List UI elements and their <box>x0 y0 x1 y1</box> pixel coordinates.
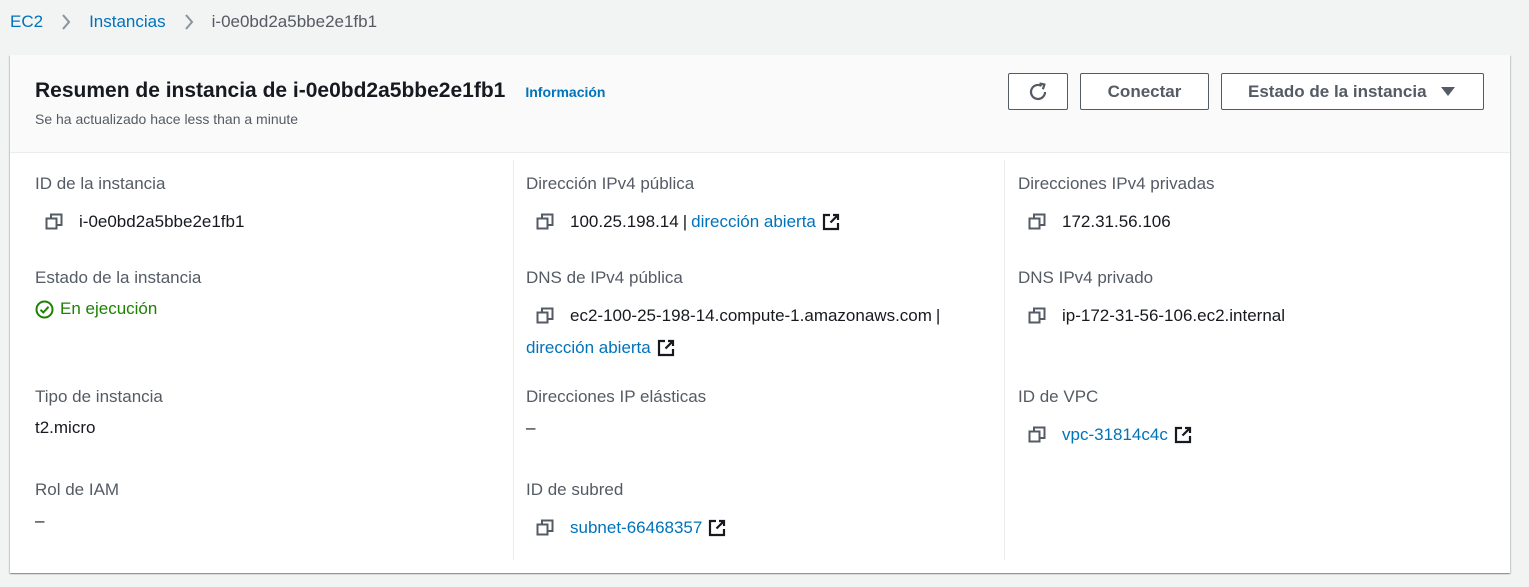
page-title: Resumen de instancia de i-0e0bd2a5bbe2e1… <box>35 79 506 102</box>
column-divider <box>1004 160 1005 560</box>
subnet-id-link[interactable]: subnet-66468357 <box>570 517 702 539</box>
external-link-icon[interactable] <box>1174 426 1192 444</box>
public-ipv4-value: 100.25.198.14 <box>570 212 679 231</box>
public-ipv4-field: Dirección IPv4 pública 100.25.198.14 | d… <box>526 173 840 233</box>
instance-state-label: Estado de la instancia <box>35 268 202 287</box>
column-divider <box>513 160 514 560</box>
open-address-link[interactable]: dirección abierta <box>526 337 651 359</box>
chevron-right-icon <box>43 14 89 30</box>
elastic-ips-field: Direcciones IP elásticas – <box>526 386 706 439</box>
breadcrumb-current: i-0e0bd2a5bbe2e1fb1 <box>211 12 378 31</box>
instance-state-value: En ejecución <box>60 299 158 318</box>
iam-role-field: Rol de IAM – <box>35 479 119 532</box>
instance-type-label: Tipo de instancia <box>35 387 163 406</box>
separator: | <box>682 212 688 231</box>
instance-type-field: Tipo de instancia t2.micro <box>35 386 163 439</box>
private-ipv4-label: Direcciones IPv4 privadas <box>1018 174 1215 193</box>
external-link-icon[interactable] <box>822 213 840 231</box>
status-badge: En ejecución <box>35 298 201 320</box>
subnet-id-label: ID de subred <box>526 480 624 499</box>
public-dns-label: DNS de IPv4 pública <box>526 268 683 287</box>
instance-state-field: Estado de la instancia En ejecución <box>35 267 201 320</box>
private-ipv4-field: Direcciones IPv4 privadas 172.31.56.106 <box>1018 173 1215 233</box>
copy-icon[interactable] <box>43 211 65 233</box>
separator: | <box>935 306 941 325</box>
caret-down-icon <box>1440 86 1455 97</box>
breadcrumb-instances-link[interactable]: Instancias <box>89 11 166 33</box>
iam-role-value: – <box>35 511 45 530</box>
instance-id-value: i-0e0bd2a5bbe2e1fb1 <box>79 212 245 231</box>
public-dns-value: ec2-100-25-198-14.compute-1.amazonaws.co… <box>570 306 932 325</box>
subnet-id-field: ID de subred subnet-66468357 <box>526 479 726 539</box>
open-address-link[interactable]: dirección abierta <box>691 211 816 233</box>
private-dns-value: ip-172-31-56-106.ec2.internal <box>1062 306 1286 325</box>
vpc-id-field: ID de VPC vpc-31814c4c <box>1018 386 1192 446</box>
private-dns-field: DNS IPv4 privado ip-172-31-56-106.ec2.in… <box>1018 267 1285 327</box>
chevron-right-icon <box>166 14 212 30</box>
instance-summary-panel: Resumen de instancia de i-0e0bd2a5bbe2e1… <box>10 55 1510 573</box>
instance-state-dropdown[interactable]: Estado de la instancia <box>1221 73 1484 110</box>
last-updated-text: Se ha actualizado hace less than a minut… <box>35 111 299 127</box>
instance-type-value: t2.micro <box>35 418 96 437</box>
info-link[interactable]: Información <box>525 84 605 100</box>
connect-button[interactable]: Conectar <box>1080 73 1209 110</box>
breadcrumb: EC2 Instancias i-0e0bd2a5bbe2e1fb1 <box>10 11 377 33</box>
elastic-ips-value: – <box>526 418 536 437</box>
copy-icon[interactable] <box>1026 305 1048 327</box>
check-circle-icon <box>35 300 54 319</box>
external-link-icon[interactable] <box>708 519 726 537</box>
vpc-id-link[interactable]: vpc-31814c4c <box>1062 424 1168 446</box>
refresh-button[interactable] <box>1008 73 1068 110</box>
vpc-id-label: ID de VPC <box>1018 387 1099 406</box>
panel-header: Resumen de instancia de i-0e0bd2a5bbe2e1… <box>10 55 1510 153</box>
copy-icon[interactable] <box>534 211 556 233</box>
private-dns-label: DNS IPv4 privado <box>1018 268 1154 287</box>
instance-id-field: ID de la instancia i-0e0bd2a5bbe2e1fb1 <box>35 173 244 233</box>
private-ipv4-value: 172.31.56.106 <box>1062 212 1171 231</box>
refresh-icon <box>1027 81 1049 103</box>
copy-icon[interactable] <box>1026 211 1048 233</box>
public-ipv4-label: Dirección IPv4 pública <box>526 174 695 193</box>
iam-role-label: Rol de IAM <box>35 480 120 499</box>
public-dns-field: DNS de IPv4 pública ec2-100-25-198-14.co… <box>526 267 944 359</box>
instance-state-dropdown-label: Estado de la instancia <box>1248 81 1427 101</box>
external-link-icon[interactable] <box>657 339 675 357</box>
elastic-ips-label: Direcciones IP elásticas <box>526 387 707 406</box>
copy-icon[interactable] <box>534 517 556 539</box>
copy-icon[interactable] <box>1026 424 1048 446</box>
instance-id-label: ID de la instancia <box>35 174 166 193</box>
copy-icon[interactable] <box>534 305 556 327</box>
breadcrumb-ec2-link[interactable]: EC2 <box>10 11 43 33</box>
